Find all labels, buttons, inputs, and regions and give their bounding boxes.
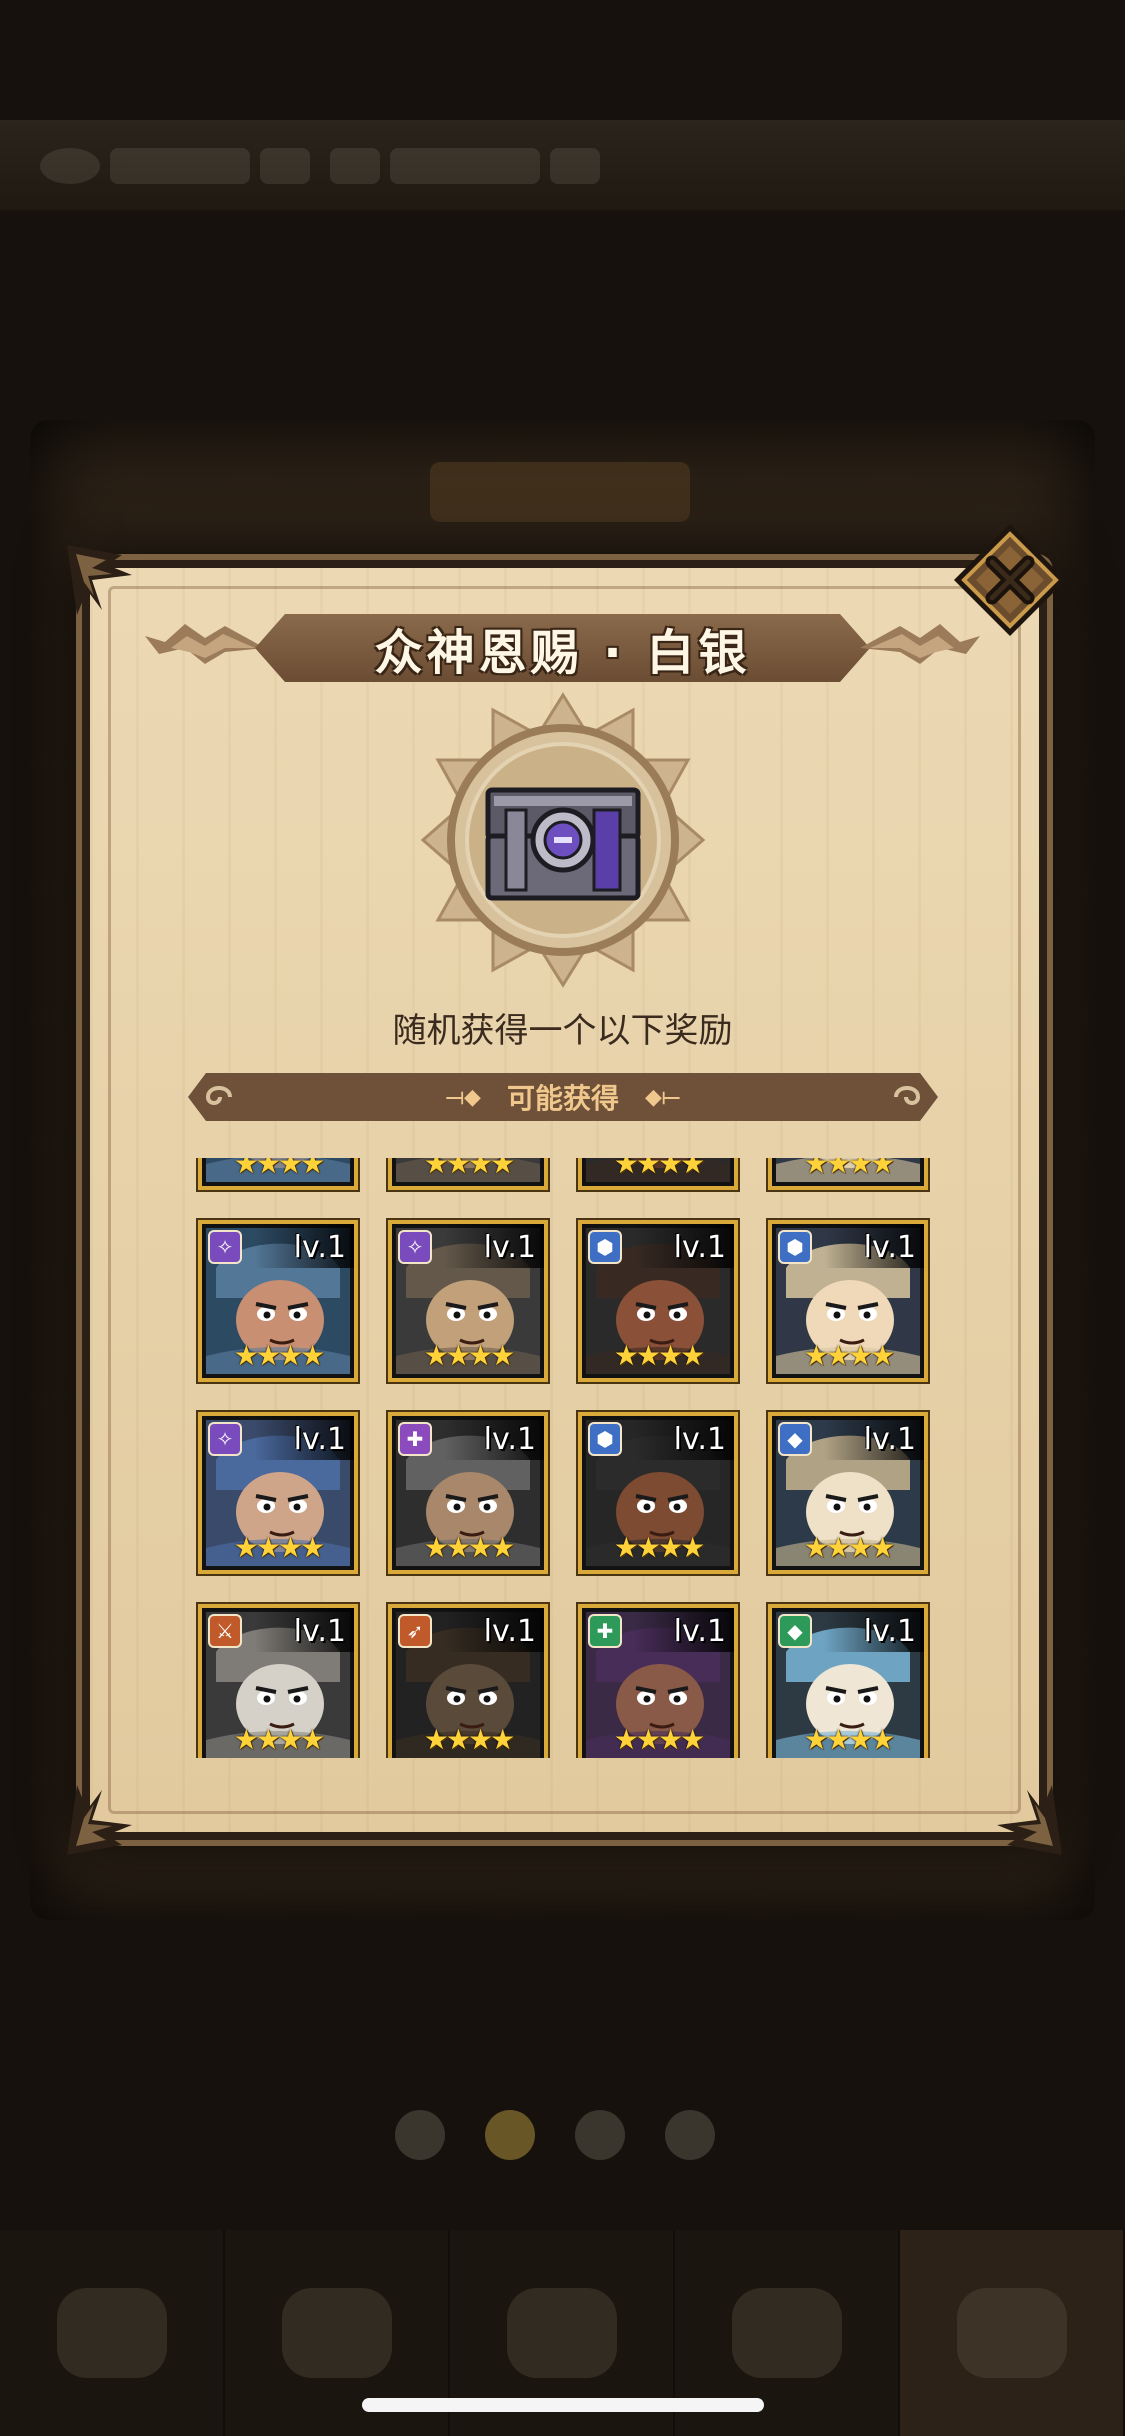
warrior-icon: ⚔	[208, 1614, 242, 1648]
tank-icon: ⬢	[588, 1230, 622, 1264]
reward-hero-card[interactable]: ✧ lv.1 ★★★★	[388, 1158, 548, 1190]
hero-level: lv.1	[863, 1614, 916, 1649]
hero-star-rating: ★★★★	[423, 1339, 515, 1372]
page-dot	[395, 2110, 445, 2160]
background-currency-2	[390, 148, 540, 184]
reward-grid: ✧ lv.1 ★★★★ ✧ lv.1 ★★★★	[198, 1158, 928, 1758]
hero-star-rating: ★★★★	[613, 1531, 705, 1564]
title-ornament-left-icon	[145, 618, 265, 678]
background-gem-icon	[40, 148, 100, 184]
reward-hero-card[interactable]: ✚ lv.1 ★★★★	[578, 1604, 738, 1758]
background-title	[430, 462, 690, 522]
title-ornament-right-icon	[860, 618, 980, 678]
hero-star-rating: ★★★★	[613, 1723, 705, 1756]
dialog-title-banner: 众神恩赐 · 白银	[135, 608, 990, 688]
hero-star-rating: ★★★★	[803, 1158, 895, 1180]
page-dot	[665, 2110, 715, 2160]
reward-hero-card[interactable]: ✧ lv.1 ★★★★	[198, 1412, 358, 1574]
archer-icon: ➶	[398, 1614, 432, 1648]
ornament-corner-icon	[62, 1770, 152, 1860]
reward-hero-card[interactable]: ✧ lv.1 ★★★★	[198, 1220, 358, 1382]
silver-chest-icon	[420, 692, 706, 988]
reward-hero-card[interactable]: ◆ lv.1 ★★★★	[768, 1604, 928, 1758]
page-dot	[575, 2110, 625, 2160]
hero-star-rating: ★★★★	[233, 1339, 325, 1372]
reward-hero-card[interactable]: ✧ lv.1 ★★★★	[388, 1220, 548, 1382]
support-icon: ◆	[778, 1614, 812, 1648]
reward-hero-card[interactable]: ⬢ lv.1 ★★★★	[578, 1412, 738, 1574]
hero-star-rating: ★★★★	[613, 1158, 705, 1180]
hero-star-rating: ★★★★	[423, 1531, 515, 1564]
hero-level: lv.1	[293, 1614, 346, 1649]
hero-star-rating: ★★★★	[613, 1339, 705, 1372]
reward-hero-card[interactable]: ⬢ lv.1 ★★★★	[578, 1220, 738, 1382]
ornament-corner-icon	[977, 1770, 1067, 1860]
dart-left-icon: ⟞◆	[445, 1084, 481, 1110]
healer-icon: ✚	[398, 1422, 432, 1456]
hero-level: lv.1	[863, 1230, 916, 1265]
hero-level: lv.1	[863, 1422, 916, 1457]
background-add-icon-2	[550, 148, 600, 184]
hero-level: lv.1	[483, 1614, 536, 1649]
reward-hero-card[interactable]: ◆ lv.1 ★★★★	[768, 1412, 928, 1574]
hero-level: lv.1	[483, 1422, 536, 1457]
background-tab	[0, 2230, 225, 2436]
dart-right-icon: ◆⟝	[645, 1084, 681, 1110]
background-tab-active	[900, 2230, 1125, 2436]
reward-hero-card[interactable]: ✚ lv.1 ★★★★	[388, 1412, 548, 1574]
reward-list-scroll[interactable]: ✧ lv.1 ★★★★ ✧ lv.1 ★★★★	[190, 1158, 940, 1758]
hero-star-rating: ★★★★	[423, 1158, 515, 1180]
reward-hero-card[interactable]: ⬢ lv.1 ★★★★	[768, 1220, 928, 1382]
page-dot-active	[485, 2110, 535, 2160]
mage-icon: ✧	[208, 1422, 242, 1456]
hero-star-rating: ★★★★	[803, 1723, 895, 1756]
reward-hero-card[interactable]: ⬢ lv.1 ★★★★	[768, 1158, 928, 1190]
possible-rewards-banner: ⟞◆ 可能获得 ◆⟝	[188, 1073, 938, 1121]
hero-level: lv.1	[673, 1614, 726, 1649]
tank-icon: ⬢	[588, 1422, 622, 1456]
hero-level: lv.1	[673, 1422, 726, 1457]
background-currency	[110, 148, 250, 184]
background-page-dots	[395, 2110, 715, 2160]
chest-medallion	[418, 690, 708, 990]
home-indicator[interactable]	[362, 2398, 764, 2412]
hero-level: lv.1	[293, 1422, 346, 1457]
reward-hero-card[interactable]: ⚔ lv.1 ★★★★	[198, 1604, 358, 1758]
background-top-bar	[0, 120, 1125, 210]
hero-level: lv.1	[673, 1230, 726, 1265]
section-label: 可能获得	[506, 1082, 619, 1115]
hero-star-rating: ★★★★	[803, 1339, 895, 1372]
background-key-icon	[330, 148, 380, 184]
mage-icon: ✧	[398, 1230, 432, 1264]
healer-icon: ✚	[588, 1614, 622, 1648]
dialog-title: 众神恩赐 · 白银	[374, 625, 751, 681]
reward-hero-card[interactable]: ✧ lv.1 ★★★★	[198, 1158, 358, 1190]
support-icon: ◆	[778, 1422, 812, 1456]
hero-star-rating: ★★★★	[233, 1723, 325, 1756]
mage-icon: ✧	[208, 1230, 242, 1264]
hero-level: lv.1	[483, 1230, 536, 1265]
hero-star-rating: ★★★★	[803, 1531, 895, 1564]
hero-level: lv.1	[293, 1230, 346, 1265]
reward-hero-card[interactable]: ⬢ lv.1 ★★★★	[578, 1158, 738, 1190]
hero-star-rating: ★★★★	[233, 1531, 325, 1564]
hero-star-rating: ★★★★	[233, 1158, 325, 1180]
reward-hero-card[interactable]: ➶ lv.1 ★★★★	[388, 1604, 548, 1758]
hero-star-rating: ★★★★	[423, 1723, 515, 1756]
reward-description: 随机获得一个以下奖励	[392, 1011, 733, 1051]
background-add-icon	[260, 148, 310, 184]
tank-icon: ⬢	[778, 1230, 812, 1264]
